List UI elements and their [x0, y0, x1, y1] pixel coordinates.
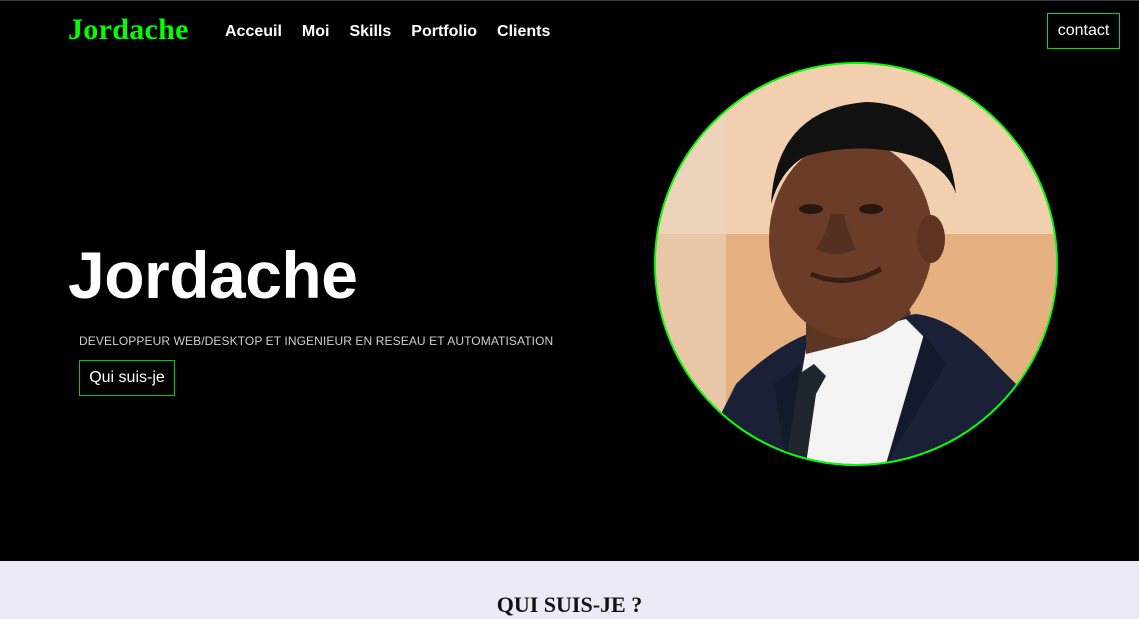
- hero-section: Jordache Acceuil Moi Skills Portfolio Cl…: [0, 0, 1139, 561]
- about-title: QUI SUIS-JE ?: [496, 592, 643, 617]
- nav-item-moi[interactable]: Moi: [302, 22, 330, 42]
- nav-item-portfolio[interactable]: Portfolio: [411, 22, 477, 42]
- portrait-illustration: [656, 64, 1056, 464]
- nav-item-acceuil[interactable]: Acceuil: [225, 22, 282, 42]
- about-section: QUI SUIS-JE ?: [0, 561, 1139, 619]
- main-nav: Acceuil Moi Skills Portfolio Clients: [225, 22, 570, 42]
- profile-photo: [654, 62, 1058, 466]
- hero-subtitle: DEVELOPPEUR WEB/DESKTOP ET INGENIEUR EN …: [79, 334, 554, 348]
- nav-item-skills[interactable]: Skills: [349, 22, 391, 42]
- about-button[interactable]: Qui suis-je: [79, 360, 175, 396]
- nav-item-clients[interactable]: Clients: [497, 22, 550, 42]
- hero-title: Jordache: [68, 238, 358, 312]
- brand-logo[interactable]: Jordache: [68, 13, 189, 47]
- contact-button[interactable]: contact: [1047, 13, 1120, 49]
